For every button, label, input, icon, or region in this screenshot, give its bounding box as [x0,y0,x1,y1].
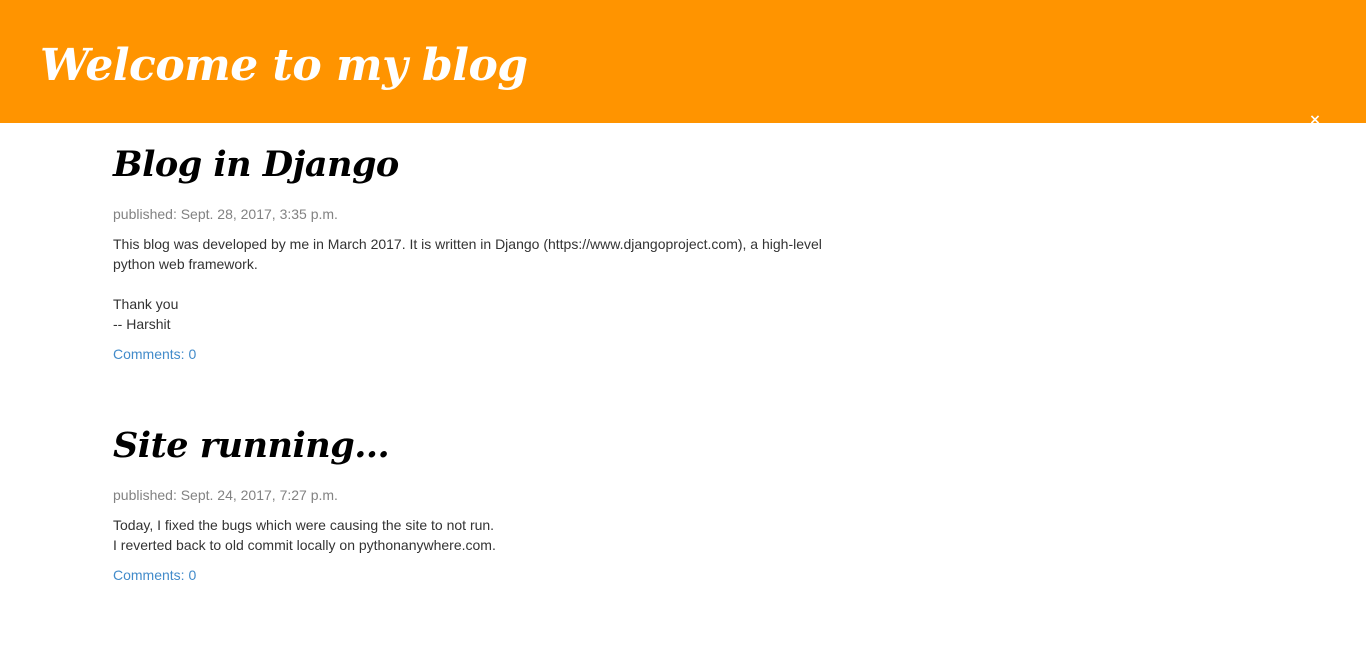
post-body: Today, I fixed the bugs which were causi… [113,515,873,555]
site-title: Welcome to my blog [40,38,1326,94]
post-body-line: Thank you [113,296,179,312]
post-body-line: I reverted back to old commit locally on… [113,537,496,553]
post-body-line: Today, I fixed the bugs which were causi… [113,517,495,533]
page-header: Welcome to my blog × [0,0,1366,127]
post: Site running... published: Sept. 24, 201… [113,364,873,585]
posts-list: Blog in Django published: Sept. 28, 2017… [0,123,873,585]
post-title-link[interactable]: Blog in Django [113,144,399,185]
post-title: Blog in Django [113,143,873,187]
site-title-link[interactable]: Welcome to my blog [40,40,528,91]
post-title-link[interactable]: Site running... [113,425,390,466]
post: Blog in Django published: Sept. 28, 2017… [113,123,873,364]
post-body-line: python web framework. [113,256,258,272]
post-date: published: Sept. 28, 2017, 3:35 p.m. [113,206,338,222]
comments-link[interactable]: Comments: 0 [113,565,196,585]
post-title: Site running... [113,424,873,468]
post-date: published: Sept. 24, 2017, 7:27 p.m. [113,487,338,503]
close-icon[interactable]: × [1308,113,1322,127]
post-body: This blog was developed by me in March 2… [113,234,873,334]
comments-link[interactable]: Comments: 0 [113,344,196,364]
post-body-line: This blog was developed by me in March 2… [113,236,822,252]
post-body-line: -- Harshit [113,316,171,332]
